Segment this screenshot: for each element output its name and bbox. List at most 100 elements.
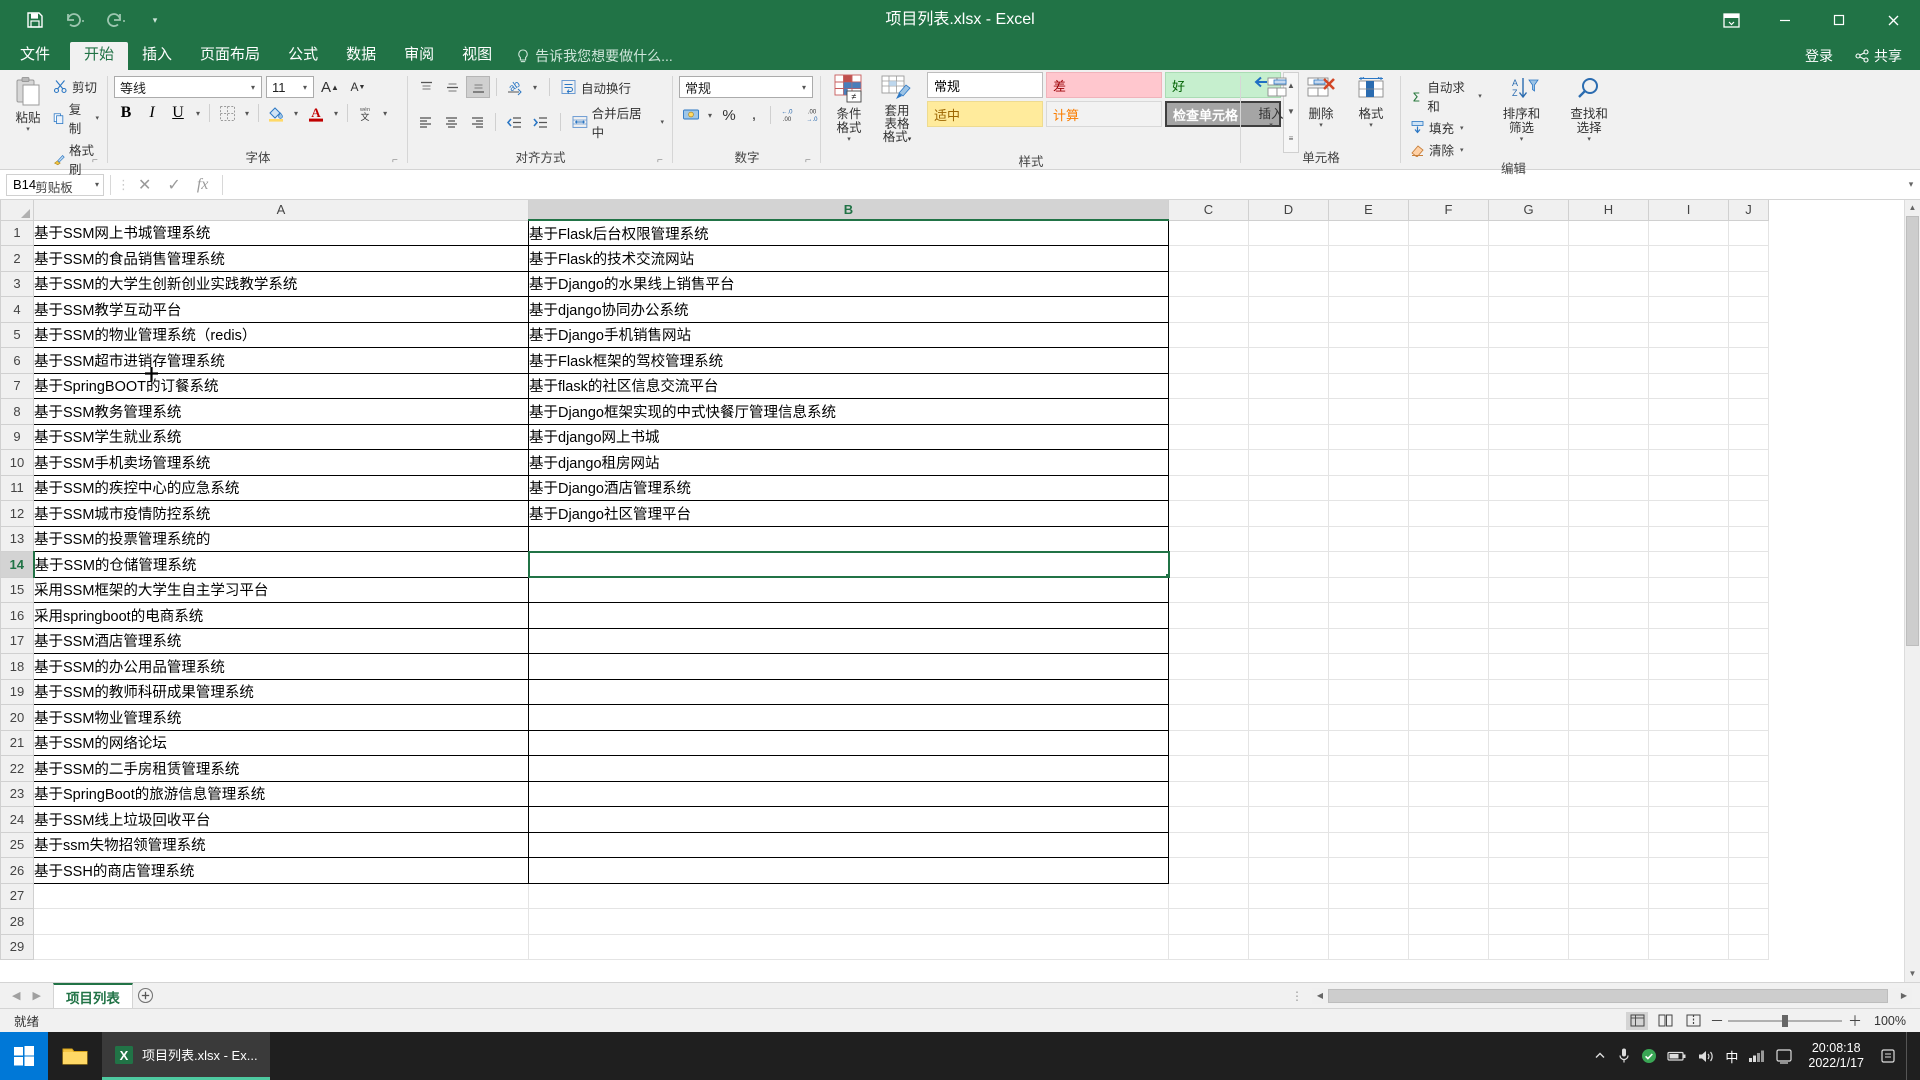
cell-H13[interactable]: [1569, 526, 1649, 552]
cell-G14[interactable]: [1489, 552, 1569, 578]
cell-a22[interactable]: 基于SSM的二手房租赁管理系统: [34, 756, 529, 782]
insert-cells-button[interactable]: 插入 ▾: [1247, 74, 1295, 131]
cell-G9[interactable]: [1489, 424, 1569, 450]
cell-a7[interactable]: 基于SpringBOOT的订餐系统: [34, 373, 529, 399]
row-header-12[interactable]: 12: [1, 501, 34, 527]
cell-G1[interactable]: [1489, 220, 1569, 246]
cell-b6[interactable]: 基于Flask框架的驾校管理系统: [529, 348, 1169, 374]
redo-icon[interactable]: [102, 7, 128, 33]
cell-C8[interactable]: [1169, 399, 1249, 425]
cell-I8[interactable]: [1649, 399, 1729, 425]
cell-H21[interactable]: [1569, 730, 1649, 756]
cell-G5[interactable]: [1489, 322, 1569, 348]
cell-E23[interactable]: [1329, 781, 1409, 807]
align-center-button[interactable]: [440, 111, 464, 133]
row-header-10[interactable]: 10: [1, 450, 34, 476]
cell-E11[interactable]: [1329, 475, 1409, 501]
cell-H7[interactable]: [1569, 373, 1649, 399]
insert-function-icon[interactable]: fx: [197, 176, 209, 194]
row-header-15[interactable]: 15: [1, 577, 34, 603]
cell-b29[interactable]: [529, 934, 1169, 960]
cell-I24[interactable]: [1649, 807, 1729, 833]
cell-b3[interactable]: 基于Django的水果线上销售平台: [529, 271, 1169, 297]
borders-button[interactable]: [215, 102, 239, 124]
align-middle-button[interactable]: [440, 76, 464, 98]
cell-C10[interactable]: [1169, 450, 1249, 476]
cell-J14[interactable]: [1729, 552, 1769, 578]
delete-cells-button[interactable]: 删除 ▾: [1297, 74, 1345, 131]
volume-icon[interactable]: [1697, 1049, 1715, 1064]
cell-J26[interactable]: [1729, 858, 1769, 884]
cell-H9[interactable]: [1569, 424, 1649, 450]
select-all-corner[interactable]: [1, 200, 34, 220]
cell-H26[interactable]: [1569, 858, 1649, 884]
zoom-slider[interactable]: － ＋: [1710, 1011, 1860, 1031]
column-header-e[interactable]: E: [1329, 200, 1409, 220]
align-bottom-button[interactable]: [466, 76, 490, 98]
cell-D3[interactable]: [1249, 271, 1329, 297]
network-icon[interactable]: [1748, 1049, 1766, 1063]
cell-F3[interactable]: [1409, 271, 1489, 297]
cell-I18[interactable]: [1649, 654, 1729, 680]
row-header-22[interactable]: 22: [1, 756, 34, 782]
cell-F27[interactable]: [1409, 883, 1489, 909]
cell-J27[interactable]: [1729, 883, 1769, 909]
row-header-24[interactable]: 24: [1, 807, 34, 833]
add-sheet-button[interactable]: [133, 983, 159, 1009]
cell-b1[interactable]: 基于Flask后台权限管理系统: [529, 220, 1169, 246]
fill-handle[interactable]: [1165, 573, 1169, 577]
sign-in-link[interactable]: 登录: [1805, 46, 1833, 66]
underline-dropdown-icon[interactable]: ▾: [192, 109, 204, 118]
paste-button[interactable]: 粘贴 ▾: [6, 74, 50, 135]
cell-D4[interactable]: [1249, 297, 1329, 323]
cell-b16[interactable]: [529, 603, 1169, 629]
clipboard-dialog-launcher[interactable]: ⌐: [92, 155, 104, 167]
cell-E1[interactable]: [1329, 220, 1409, 246]
taskbar-file-explorer[interactable]: [48, 1032, 102, 1080]
scroll-down-icon[interactable]: ▼: [1905, 966, 1920, 982]
cell-E2[interactable]: [1329, 246, 1409, 272]
cell-D29[interactable]: [1249, 934, 1329, 960]
cell-J8[interactable]: [1729, 399, 1769, 425]
microphone-icon[interactable]: [1617, 1047, 1631, 1065]
cell-H5[interactable]: [1569, 322, 1649, 348]
row-header-21[interactable]: 21: [1, 730, 34, 756]
cell-J28[interactable]: [1729, 909, 1769, 935]
cell-J6[interactable]: [1729, 348, 1769, 374]
number-format-select[interactable]: 常规 ▾: [679, 76, 813, 98]
start-button[interactable]: [0, 1032, 48, 1080]
tab-page-layout[interactable]: 页面布局: [186, 42, 274, 70]
cell-G12[interactable]: [1489, 501, 1569, 527]
cell-E16[interactable]: [1329, 603, 1409, 629]
row-header-3[interactable]: 3: [1, 271, 34, 297]
row-header-9[interactable]: 9: [1, 424, 34, 450]
cell-F10[interactable]: [1409, 450, 1489, 476]
cell-G18[interactable]: [1489, 654, 1569, 680]
cell-a4[interactable]: 基于SSM教学互动平台: [34, 297, 529, 323]
font-family-select[interactable]: 等线 ▾: [114, 76, 262, 98]
cell-b2[interactable]: 基于Flask的技术交流网站: [529, 246, 1169, 272]
cell-H18[interactable]: [1569, 654, 1649, 680]
cell-E12[interactable]: [1329, 501, 1409, 527]
cell-b19[interactable]: [529, 679, 1169, 705]
scroll-left-icon[interactable]: ◀: [1312, 988, 1328, 1004]
cell-J24[interactable]: [1729, 807, 1769, 833]
maximize-button[interactable]: [1812, 0, 1866, 40]
phonetic-dropdown-icon[interactable]: ▾: [379, 109, 391, 118]
row-header-29[interactable]: 29: [1, 934, 34, 960]
cell-D10[interactable]: [1249, 450, 1329, 476]
merge-center-button[interactable]: 合并后居中 ▾: [569, 102, 667, 142]
bold-button[interactable]: B: [114, 102, 138, 124]
cell-G16[interactable]: [1489, 603, 1569, 629]
zoom-knob[interactable]: [1782, 1015, 1788, 1027]
cell-E29[interactable]: [1329, 934, 1409, 960]
cell-C26[interactable]: [1169, 858, 1249, 884]
row-header-17[interactable]: 17: [1, 628, 34, 654]
font-color-button[interactable]: A: [304, 102, 328, 124]
cell-C19[interactable]: [1169, 679, 1249, 705]
cell-J1[interactable]: [1729, 220, 1769, 246]
fill-button[interactable]: 填充 ▾: [1407, 117, 1485, 138]
cell-b17[interactable]: [529, 628, 1169, 654]
sheet-nav-first-icon[interactable]: ◀: [12, 989, 20, 1002]
tab-home[interactable]: 开始: [70, 42, 128, 70]
